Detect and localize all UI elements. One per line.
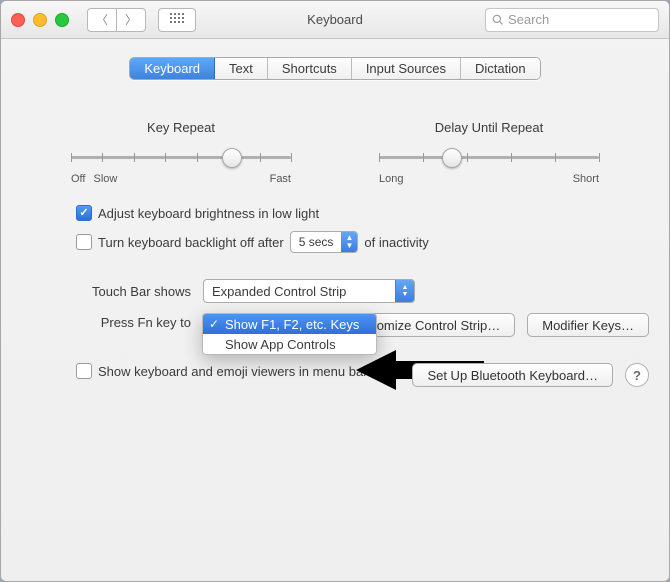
forward-button[interactable]: 〉 [116, 8, 146, 32]
nav-back-forward: 〈 〉 [87, 8, 146, 32]
delay-title: Delay Until Repeat [379, 120, 599, 135]
search-placeholder: Search [508, 12, 549, 27]
help-button[interactable]: ? [625, 363, 649, 387]
touchbar-value: Expanded Control Strip [204, 284, 395, 299]
touchbar-select[interactable]: Expanded Control Strip ▲▼ [203, 279, 415, 303]
key-repeat-title: Key Repeat [71, 120, 291, 135]
fn-key-dropdown[interactable]: Show F1, F2, etc. Keys Show App Controls [202, 313, 377, 355]
tab-shortcuts[interactable]: Shortcuts [268, 58, 352, 79]
show-all-button[interactable] [158, 8, 196, 32]
tab-input-sources[interactable]: Input Sources [352, 58, 461, 79]
close-icon[interactable] [11, 13, 25, 27]
show-viewers-label: Show keyboard and emoji viewers in menu … [98, 364, 368, 379]
tab-text[interactable]: Text [215, 58, 268, 79]
delay-block: Delay Until Repeat Long Short [379, 120, 599, 185]
tab-dictation[interactable]: Dictation [461, 58, 540, 79]
adjust-brightness-label: Adjust keyboard brightness in low light [98, 206, 319, 221]
tab-bar: Keyboard Text Shortcuts Input Sources Di… [31, 57, 639, 80]
zoom-icon[interactable] [55, 13, 69, 27]
bluetooth-keyboard-button[interactable]: Set Up Bluetooth Keyboard… [412, 363, 613, 387]
search-input[interactable]: Search [485, 8, 659, 32]
stepper-arrows-icon: ▲▼ [341, 232, 357, 252]
adjust-brightness-checkbox[interactable] [76, 205, 92, 221]
modifier-keys-button[interactable]: Modifier Keys… [527, 313, 649, 337]
backlight-off-checkbox[interactable] [76, 234, 92, 250]
tab-keyboard[interactable]: Keyboard [130, 58, 215, 79]
delay-slider[interactable] [379, 145, 599, 175]
titlebar: 〈 〉 Keyboard Search [1, 1, 669, 39]
backlight-timeout-value: 5 secs [291, 235, 342, 249]
preferences-window: 〈 〉 Keyboard Search Keyboard Text Shortc… [0, 0, 670, 582]
key-repeat-block: Key Repeat Off Slow Fast [71, 120, 291, 185]
key-repeat-slider[interactable] [71, 145, 291, 175]
backlight-timeout-stepper[interactable]: 5 secs ▲▼ [290, 231, 359, 253]
back-button[interactable]: 〈 [87, 8, 116, 32]
backlight-off-suffix: of inactivity [364, 235, 428, 250]
fn-key-label: Press Fn key to [76, 315, 191, 330]
window-controls [11, 13, 69, 27]
search-icon [492, 14, 504, 26]
minimize-icon[interactable] [33, 13, 47, 27]
fn-option-appcontrols[interactable]: Show App Controls [203, 334, 376, 354]
chevron-updown-icon: ▲▼ [395, 280, 414, 302]
grid-icon [170, 13, 184, 27]
touchbar-label: Touch Bar shows [76, 284, 191, 299]
backlight-off-prefix: Turn keyboard backlight off after [98, 235, 284, 250]
show-viewers-checkbox[interactable] [76, 363, 92, 379]
fn-option-fkeys[interactable]: Show F1, F2, etc. Keys [203, 314, 376, 334]
window-title: Keyboard [307, 12, 363, 27]
